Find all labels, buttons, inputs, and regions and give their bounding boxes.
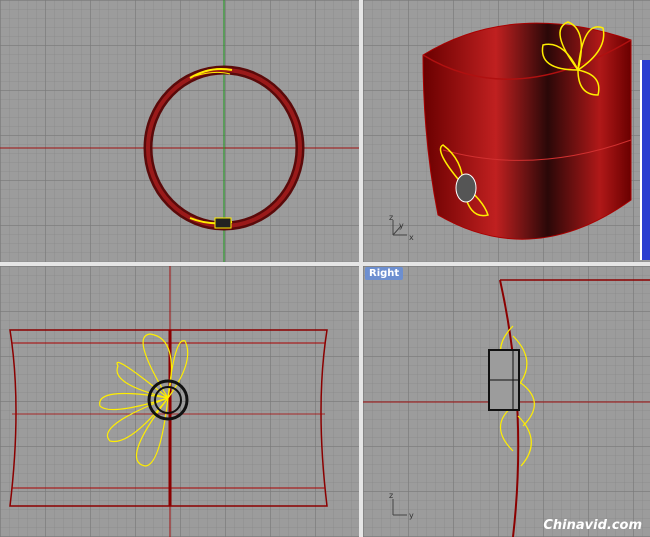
flower-front <box>99 333 189 467</box>
axis-y-label: y <box>399 221 404 230</box>
viewport-divider-horizontal[interactable] <box>0 262 650 266</box>
clasp-shape <box>214 217 232 229</box>
axis-z-label-right: z <box>389 491 393 500</box>
axis-indicator-right: y z <box>389 491 414 520</box>
viewport-divider-vertical[interactable] <box>359 0 363 537</box>
axis-x-label: x <box>409 233 414 242</box>
watermark-text: Chinavid.com <box>543 518 642 533</box>
properties-panel-edge[interactable] <box>640 60 650 260</box>
axis-indicator: x z y <box>389 213 414 242</box>
axis-y-label-right: y <box>409 511 414 520</box>
perspective-view-canvas: x z y <box>389 21 632 242</box>
top-viewport[interactable] <box>0 0 359 262</box>
axis-z-label: z <box>389 213 393 222</box>
front-viewport[interactable] <box>0 266 359 537</box>
front-view-canvas <box>9 266 328 537</box>
clasp-perspective <box>455 173 477 203</box>
perspective-viewport[interactable]: x z y <box>363 0 650 262</box>
right-view-canvas: y z <box>363 279 650 537</box>
bracelet-band <box>422 22 632 240</box>
right-viewport[interactable]: Right y z Chinavid.com <box>363 266 650 537</box>
top-view-canvas <box>0 0 359 262</box>
